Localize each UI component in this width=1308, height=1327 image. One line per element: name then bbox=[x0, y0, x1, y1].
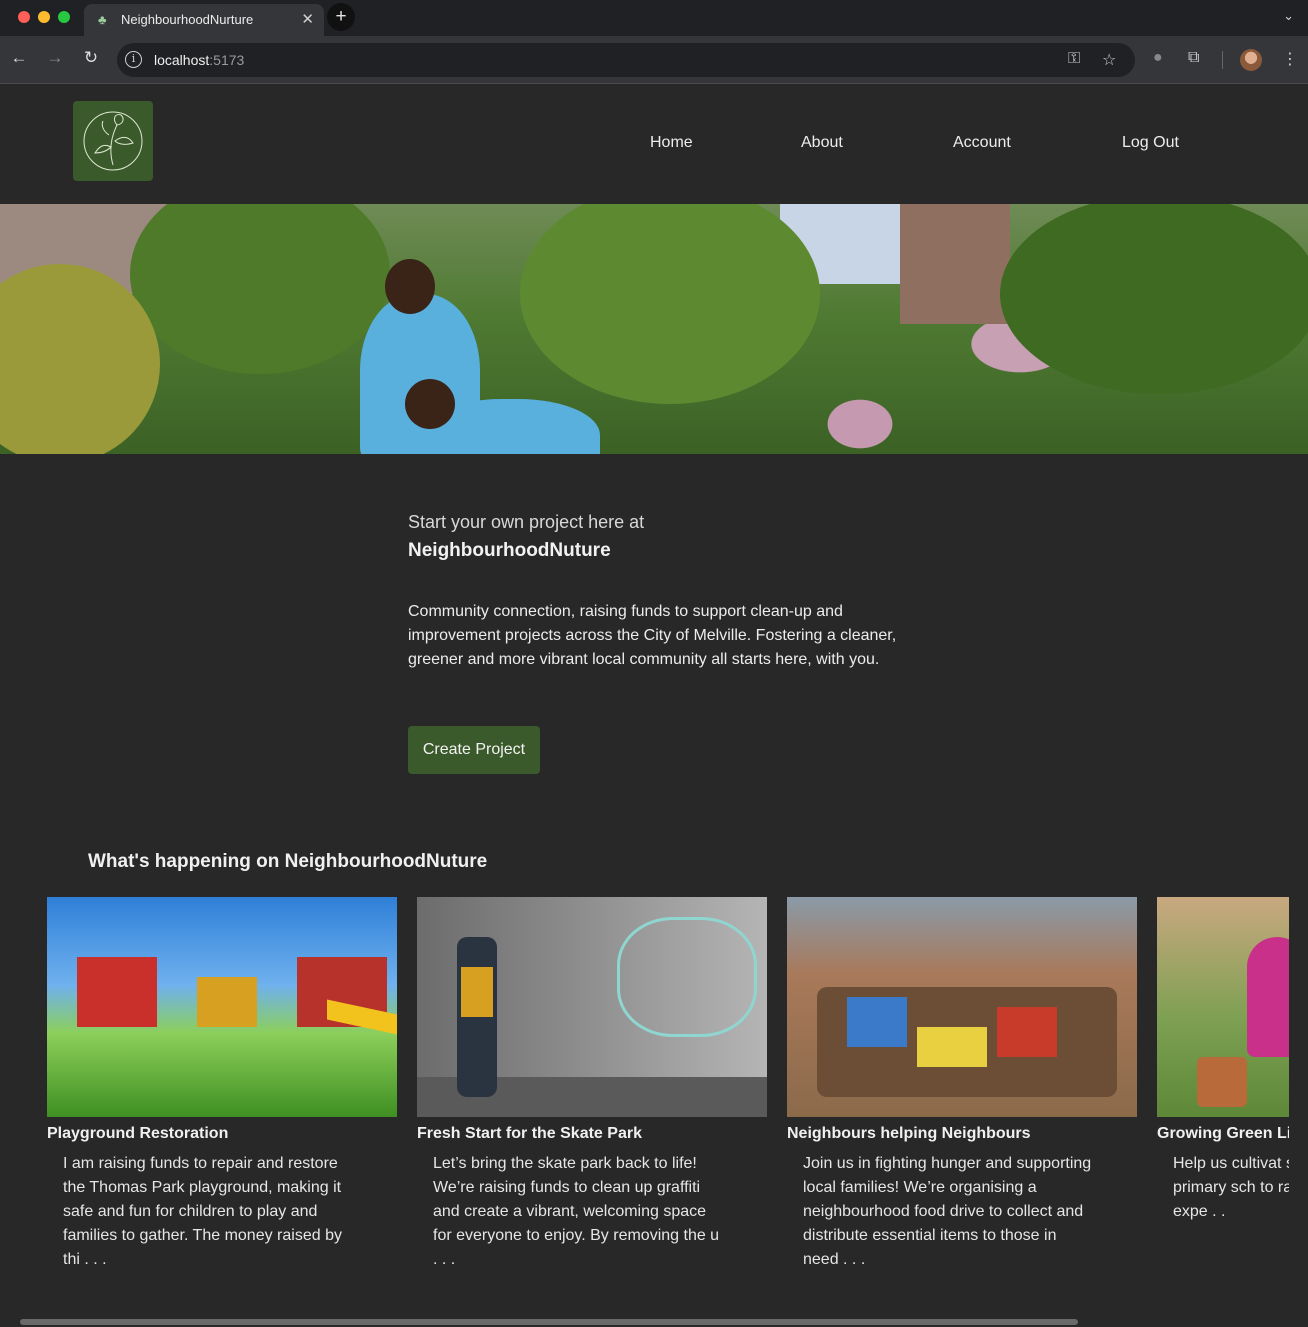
minimize-window-button[interactable] bbox=[38, 11, 50, 23]
extensions-icon[interactable]: ⧉ bbox=[1188, 49, 1199, 67]
extension-puzzle-icon[interactable]: ● bbox=[1153, 49, 1163, 67]
project-cards-carousel[interactable]: Playground Restoration I am raising fund… bbox=[47, 897, 1289, 1297]
slide-structure bbox=[77, 957, 157, 1027]
nav-home[interactable]: Home bbox=[650, 134, 693, 152]
intro-brand-name: NeighbourhoodNuture bbox=[408, 540, 611, 561]
worker-figure bbox=[457, 937, 497, 1097]
horizontal-scrollbar[interactable] bbox=[20, 1319, 1078, 1325]
food-item bbox=[847, 997, 907, 1047]
browser-toolbar: ← → ↻ i localhost:5173 ⚿ ☆ ● ⧉ ⋮ bbox=[0, 36, 1308, 84]
plant-pot bbox=[1197, 1057, 1247, 1107]
food-item bbox=[917, 1027, 987, 1067]
nav-account[interactable]: Account bbox=[953, 134, 1011, 152]
card-description: Let’s bring the skate park back to life!… bbox=[433, 1155, 720, 1268]
site-logo[interactable] bbox=[73, 101, 153, 181]
back-icon[interactable]: ← bbox=[7, 48, 31, 68]
close-tab-icon[interactable]: ✕ bbox=[301, 10, 314, 28]
nav-about[interactable]: About bbox=[801, 134, 843, 152]
project-card[interactable]: Playground Restoration I am raising fund… bbox=[47, 897, 397, 1297]
bookmark-star-icon[interactable]: ☆ bbox=[1102, 50, 1116, 70]
hero-person-head bbox=[385, 259, 435, 314]
password-key-icon[interactable]: ⚿ bbox=[1068, 50, 1080, 68]
skate-park-image bbox=[417, 897, 767, 1117]
reload-icon[interactable]: ↻ bbox=[79, 48, 103, 68]
hero-tree bbox=[130, 204, 390, 374]
section-title: What's happening on NeighbourhoodNuture bbox=[88, 851, 488, 872]
food-item bbox=[997, 1007, 1057, 1057]
card-description: Help us cultivat sustainability, ar our … bbox=[1173, 1155, 1289, 1220]
create-project-button[interactable]: Create Project bbox=[408, 726, 540, 774]
favicon-icon: ♣ bbox=[98, 12, 107, 27]
card-title[interactable]: Neighbours helping Neighbours bbox=[787, 1125, 1031, 1143]
flower-logo-icon bbox=[83, 111, 143, 171]
hero-tree bbox=[520, 204, 820, 404]
nav-log-out[interactable]: Log Out bbox=[1122, 134, 1179, 152]
card-title[interactable]: Playground Restoration bbox=[47, 1125, 228, 1143]
graffiti bbox=[617, 917, 757, 1037]
profile-avatar[interactable] bbox=[1240, 49, 1262, 71]
address-bar[interactable]: i localhost:5173 ⚿ ☆ bbox=[117, 43, 1135, 77]
more-menu-icon[interactable]: ⋮ bbox=[1282, 49, 1298, 69]
site-info-icon[interactable]: i bbox=[125, 51, 142, 68]
browser-tab-bar: ♣ NeighbourhoodNurture ✕ + ⌄ bbox=[0, 0, 1308, 36]
toolbar-divider bbox=[1222, 51, 1223, 69]
tab-title: NeighbourhoodNurture bbox=[121, 12, 254, 27]
slide-structure bbox=[197, 977, 257, 1027]
card-title[interactable]: Fresh Start for the Skate Park bbox=[417, 1125, 642, 1143]
intro-description: Community connection, raising funds to s… bbox=[408, 603, 897, 668]
new-tab-button[interactable]: + bbox=[327, 3, 355, 31]
worker-vest bbox=[461, 967, 493, 1017]
close-window-button[interactable] bbox=[18, 11, 30, 23]
child-figure bbox=[1247, 937, 1289, 1057]
tab-search-chevron-icon[interactable]: ⌄ bbox=[1283, 8, 1294, 24]
project-card[interactable]: Fresh Start for the Skate Park Let’s bri… bbox=[417, 897, 767, 1297]
browser-tab[interactable]: ♣ NeighbourhoodNurture ✕ bbox=[84, 4, 324, 36]
hero-tree bbox=[1000, 204, 1308, 394]
hero-garden-image bbox=[0, 204, 1308, 454]
card-description: I am raising funds to repair and restore… bbox=[63, 1155, 342, 1268]
project-card[interactable]: Growing Green Li Help us cultivat sustai… bbox=[1157, 897, 1289, 1297]
playground-image bbox=[47, 897, 397, 1117]
maximize-window-button[interactable] bbox=[58, 11, 70, 23]
project-card[interactable]: Neighbours helping Neighbours Join us in… bbox=[787, 897, 1137, 1297]
site-header: Home About Account Log Out bbox=[0, 85, 1308, 204]
url-text: localhost:5173 bbox=[154, 52, 245, 68]
card-title[interactable]: Growing Green Li bbox=[1157, 1125, 1289, 1143]
forward-icon[interactable]: → bbox=[43, 48, 67, 68]
card-description: Join us in fighting hunger and supportin… bbox=[803, 1155, 1092, 1268]
hero-building-right bbox=[900, 204, 1010, 324]
garden-image bbox=[1157, 897, 1289, 1117]
food-drive-image bbox=[787, 897, 1137, 1117]
hero-person-head bbox=[405, 379, 455, 429]
intro-title: Start your own project here at bbox=[408, 512, 645, 532]
